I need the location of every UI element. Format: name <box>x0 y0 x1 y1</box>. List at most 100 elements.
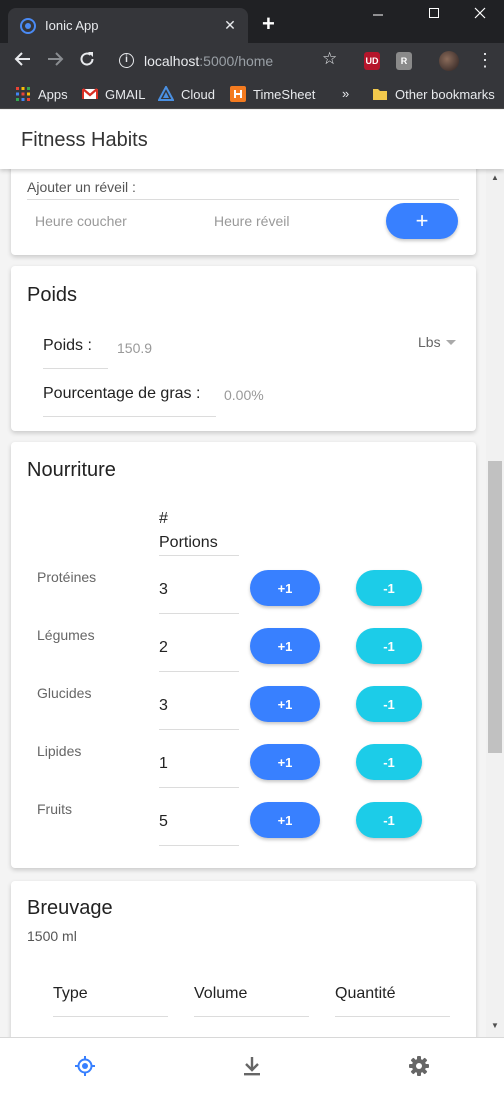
portions-input[interactable]: 5 <box>159 813 168 831</box>
poids-card: Poids Poids : 150.9 Lbs Pourcentage de g… <box>11 266 476 431</box>
tab-settings[interactable] <box>408 1055 430 1077</box>
divider <box>335 1016 450 1017</box>
poids-input[interactable]: 150.9 <box>117 340 152 356</box>
scrollbar-thumb[interactable] <box>488 461 502 753</box>
portions-input[interactable]: 3 <box>159 697 168 715</box>
add-reveil-button[interactable]: + <box>386 203 458 239</box>
minus-one-button[interactable]: -1 <box>356 802 422 838</box>
column-quantite: Quantité <box>335 985 396 1002</box>
browser-toolbar: i localhost:5000/home ☆ UD R ⋮ <box>0 43 504 79</box>
minus-one-button[interactable]: -1 <box>356 570 422 606</box>
dropdown-caret-icon <box>445 339 456 345</box>
heure-coucher-input[interactable]: Heure coucher <box>35 213 127 229</box>
column-volume: Volume <box>194 985 248 1002</box>
address-bar[interactable]: i localhost:5000/home <box>108 47 356 75</box>
reveil-label: Ajouter un réveil : <box>27 179 136 195</box>
url-text: localhost:5000/home <box>144 53 274 69</box>
portions-input[interactable]: 2 <box>159 639 168 657</box>
plus-one-button[interactable]: +1 <box>250 744 320 780</box>
gmail-icon <box>82 86 98 102</box>
timesheet-icon <box>230 86 246 102</box>
divider <box>159 613 239 614</box>
bookmark-star-icon[interactable]: ☆ <box>322 49 337 69</box>
food-name: Légumes <box>37 627 95 643</box>
breuvage-title: Breuvage <box>27 897 113 919</box>
nourriture-card: Nourriture # Portions Protéines 3 +1 -1 Légu… <box>11 442 476 868</box>
divider <box>159 555 239 556</box>
minimize-icon[interactable] <box>363 6 393 26</box>
portions-header-hash: # <box>159 510 168 527</box>
new-tab-button[interactable]: + <box>262 13 275 35</box>
plus-one-button[interactable]: +1 <box>250 628 320 664</box>
info-icon[interactable]: i <box>119 53 134 68</box>
bookmark-label: GMAIL <box>105 86 146 102</box>
portions-header: Portions <box>159 534 218 551</box>
content-scroll-area[interactable]: Ajouter un réveil : Heure coucher Heure … <box>0 169 486 1037</box>
bookmark-label: Apps <box>38 86 68 102</box>
divider <box>194 1016 309 1017</box>
bookmark-cloud[interactable]: Cloud <box>157 84 215 102</box>
scrollbar[interactable]: ▲ ▼ <box>486 169 504 1037</box>
profile-avatar[interactable] <box>439 51 459 71</box>
bookmark-timesheet[interactable]: TimeSheet <box>230 86 315 102</box>
bookmarks-overflow-button[interactable]: » <box>342 86 349 101</box>
minus-one-button[interactable]: -1 <box>356 686 422 722</box>
bookmark-label: TimeSheet <box>253 86 316 102</box>
reveil-card: Ajouter un réveil : Heure coucher Heure … <box>11 169 476 255</box>
unit-value: Lbs <box>418 334 441 350</box>
bookmark-other[interactable]: Other bookmarks <box>372 86 495 102</box>
divider <box>53 1016 168 1017</box>
apps-grid-icon <box>15 86 31 102</box>
cloud-icon <box>157 84 175 102</box>
ublock-extension-icon[interactable]: UD <box>364 52 380 70</box>
ionic-favicon-icon <box>20 17 36 34</box>
divider <box>27 199 459 200</box>
portions-input[interactable]: 1 <box>159 755 168 773</box>
gras-input[interactable]: 0.00% <box>224 387 264 403</box>
close-window-icon[interactable] <box>465 6 495 26</box>
bookmarks-bar: Apps GMAIL Cloud TimeSheet » Other bookm… <box>0 79 504 109</box>
food-name: Protéines <box>37 569 97 585</box>
minus-one-button[interactable]: -1 <box>356 744 422 780</box>
plus-one-button[interactable]: +1 <box>250 686 320 722</box>
breuvage-card: Breuvage 1500 ml Type Volume Quantité <box>11 881 476 1037</box>
menu-kebab-icon[interactable]: ⋮ <box>476 51 494 69</box>
minus-one-button[interactable]: -1 <box>356 628 422 664</box>
page-title: Fitness Habits <box>21 129 148 151</box>
tab-locate[interactable] <box>74 1055 96 1077</box>
app-header: Fitness Habits <box>0 110 504 169</box>
divider <box>43 368 108 369</box>
bookmark-gmail[interactable]: GMAIL <box>82 86 145 102</box>
breuvage-total: 1500 ml <box>27 928 77 944</box>
divider <box>159 845 239 846</box>
close-tab-icon[interactable]: ✕ <box>222 17 238 34</box>
column-type: Type <box>53 985 88 1002</box>
locate-icon <box>75 1056 95 1076</box>
gear-icon <box>409 1056 429 1076</box>
reload-icon[interactable] <box>76 50 98 73</box>
back-arrow-icon[interactable] <box>12 50 34 73</box>
nourriture-title: Nourriture <box>27 459 116 481</box>
heure-reveil-input[interactable]: Heure réveil <box>214 213 289 229</box>
tab-title: Ionic App <box>45 18 99 33</box>
unit-select[interactable]: Lbs <box>418 334 456 350</box>
portions-input[interactable]: 3 <box>159 581 168 599</box>
gras-label: Pourcentage de gras : <box>43 385 201 402</box>
poids-label: Poids : <box>43 337 92 354</box>
plus-one-button[interactable]: +1 <box>250 802 320 838</box>
folder-icon <box>372 86 388 102</box>
browser-titlebar: Ionic App ✕ + <box>0 0 504 43</box>
divider <box>159 787 239 788</box>
tab-download[interactable] <box>241 1055 263 1077</box>
plus-one-button[interactable]: +1 <box>250 570 320 606</box>
divider <box>159 671 239 672</box>
food-name: Glucides <box>37 685 92 701</box>
forward-arrow-icon[interactable] <box>44 50 66 73</box>
maximize-icon[interactable] <box>419 6 449 26</box>
scroll-up-arrow-icon[interactable]: ▲ <box>491 173 499 182</box>
download-icon <box>244 1057 260 1076</box>
bookmark-apps[interactable]: Apps <box>15 86 68 102</box>
extension-icon[interactable]: R <box>396 52 412 70</box>
scroll-down-arrow-icon[interactable]: ▼ <box>491 1021 499 1030</box>
browser-tab[interactable]: Ionic App ✕ <box>8 8 248 43</box>
